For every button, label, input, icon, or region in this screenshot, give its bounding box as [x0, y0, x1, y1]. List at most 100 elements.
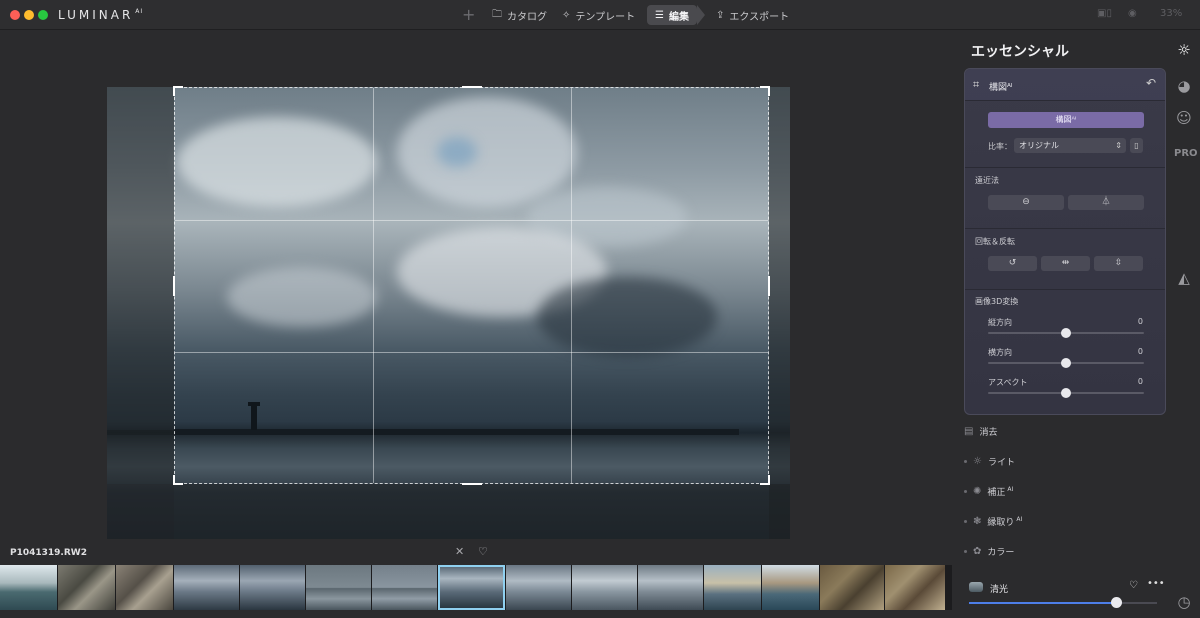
- preset-amount-fill: [969, 602, 1116, 604]
- heart-icon[interactable]: ♡: [478, 545, 488, 558]
- slider-knob[interactable]: [1061, 358, 1071, 368]
- crop-handle-left[interactable]: [173, 276, 175, 296]
- crop-mask-bottom-left: [107, 484, 174, 539]
- folder-icon: 🗀: [492, 8, 502, 20]
- vertical-slider-label: 縦方向: [988, 318, 1012, 327]
- sparkle-icon: ✧: [562, 9, 571, 21]
- adjustments-panel: エッセンシャル ⌗ 構図ᴬᴵ ↶ 構図ᴬᴵ 比率： オリジナル ⇕ ▯ 遠近法 …: [952, 31, 1167, 618]
- tool-light[interactable]: ☼ ライト: [964, 454, 1015, 468]
- enhance-icon: ✺: [973, 485, 982, 497]
- preset-amount-slider[interactable]: [969, 597, 1157, 608]
- filmstrip-thumb[interactable]: [638, 565, 703, 610]
- color-icon: ✿: [973, 545, 982, 557]
- vertical-perspective-button[interactable]: ⏃: [1068, 195, 1144, 210]
- tool-light-label: ライト: [987, 457, 1015, 468]
- more-icon[interactable]: •••: [1147, 578, 1165, 589]
- rotate-flip-label: 回転＆反転: [975, 237, 1015, 246]
- flip-horizontal-button[interactable]: ⇹: [1041, 256, 1090, 271]
- grid-line-h1: [175, 220, 768, 221]
- crop-tool-card: ⌗ 構図ᴬᴵ ↶ 構図ᴬᴵ 比率： オリジナル ⇕ ▯ 遠近法 ⊖ ⏃ 回転＆反…: [964, 68, 1166, 415]
- tab-templates[interactable]: ✧ テンプレート: [554, 5, 643, 25]
- filmstrip-thumb-selected[interactable]: [438, 565, 505, 610]
- tool-enhance-label: 補正 AI: [987, 485, 1014, 498]
- crop-frame[interactable]: [173, 86, 770, 485]
- filmstrip-thumb[interactable]: [762, 565, 819, 610]
- crop-handle-top-left[interactable]: [173, 86, 183, 96]
- image-canvas[interactable]: [0, 31, 952, 546]
- filmstrip-thumb[interactable]: [372, 565, 437, 610]
- ai-crop-button[interactable]: 構図ᴬᴵ: [988, 112, 1144, 128]
- filmstrip-thumb[interactable]: [820, 565, 884, 610]
- palette-icon[interactable]: ◕: [1173, 75, 1195, 97]
- slider-knob[interactable]: [1061, 388, 1071, 398]
- crop-mask-left: [107, 87, 174, 539]
- filmstrip-thumb[interactable]: [174, 565, 239, 610]
- ratio-select-value: オリジナル: [1019, 141, 1059, 150]
- zoom-window-button[interactable]: [38, 10, 48, 20]
- tab-edit[interactable]: ☰ 編集: [647, 5, 697, 25]
- filmstrip-thumb[interactable]: [58, 565, 115, 610]
- crop-handle-top-right[interactable]: [760, 86, 770, 96]
- rotate-button[interactable]: ↺: [988, 256, 1037, 271]
- crop-icon: ⌗: [973, 78, 980, 91]
- grid-line-v1: [373, 88, 374, 483]
- crop-tool-header[interactable]: ⌗ 構図ᴬᴵ ↶: [965, 69, 1165, 101]
- undo-icon[interactable]: ↶: [1146, 76, 1156, 90]
- vertical-slider[interactable]: [988, 328, 1144, 338]
- orientation-toggle-button[interactable]: ▯: [1130, 138, 1143, 153]
- compare-icon[interactable]: ▣▯: [1097, 8, 1112, 19]
- filmstrip-thumb[interactable]: [116, 565, 173, 610]
- tool-erase[interactable]: ▤ 消去: [964, 424, 997, 438]
- filmstrip-thumb[interactable]: [704, 565, 761, 610]
- filmstrip-thumb[interactable]: [572, 565, 637, 610]
- flip-vertical-button[interactable]: ⇳: [1094, 256, 1143, 271]
- close-window-button[interactable]: [10, 10, 20, 20]
- sun-icon[interactable]: ☼: [1173, 39, 1195, 61]
- minimize-window-button[interactable]: [24, 10, 34, 20]
- aspect-slider-label: アスペクト: [988, 378, 1028, 387]
- crop-handle-bottom-left[interactable]: [173, 475, 183, 485]
- horizontal-slider[interactable]: [988, 358, 1144, 368]
- filmstrip-thumb[interactable]: [506, 565, 571, 610]
- title-bar: LUMINAR AI + 🗀 カタログ ✧ テンプレート ☰ 編集 ⇪ エクスポー…: [0, 0, 1200, 30]
- smile-icon[interactable]: ☺: [1173, 107, 1195, 129]
- zoom-level[interactable]: 33%: [1160, 8, 1182, 19]
- structure-icon: ❃: [973, 515, 982, 527]
- horizontal-slider-value: 0: [1137, 347, 1143, 356]
- horizontal-perspective-button[interactable]: ⊖: [988, 195, 1064, 210]
- filmstrip-thumb[interactable]: [240, 565, 305, 610]
- perspective-label: 遠近法: [975, 176, 999, 185]
- filmstrip-thumb[interactable]: [885, 565, 945, 610]
- crop-handle-right[interactable]: [768, 276, 770, 296]
- ratio-label: 比率：: [988, 142, 1012, 151]
- vertical-slider-value: 0: [1137, 317, 1143, 326]
- tab-catalog[interactable]: 🗀 カタログ: [484, 5, 555, 25]
- history-icon[interactable]: ◷: [1173, 591, 1195, 613]
- add-photos-button[interactable]: +: [462, 5, 475, 24]
- grid-line-h2: [175, 352, 768, 353]
- eye-icon[interactable]: ◉: [1128, 8, 1137, 19]
- tool-structure[interactable]: ❃ 縁取り AI: [964, 514, 1022, 528]
- tool-enhance[interactable]: ✺ 補正 AI: [964, 484, 1013, 498]
- tool-erase-label: 消去: [979, 427, 998, 438]
- heart-icon[interactable]: ♡: [1129, 580, 1138, 591]
- crop-mask-right: [769, 87, 790, 539]
- ratio-select[interactable]: オリジナル ⇕: [1014, 138, 1126, 153]
- filmstrip-thumb[interactable]: [306, 565, 371, 610]
- slider-knob[interactable]: [1061, 328, 1071, 338]
- tool-category-rail: ☼ ◕ ☺ PRO ◭ ◷: [1167, 31, 1200, 618]
- crop-handle-bottom[interactable]: [462, 483, 482, 485]
- preset-bar: 清光 ♡ •••: [952, 572, 1167, 618]
- pro-tools-tab[interactable]: PRO: [1174, 148, 1198, 159]
- canvas-icon[interactable]: ◭: [1173, 267, 1195, 289]
- filmstrip-thumb[interactable]: [0, 565, 57, 610]
- reject-icon[interactable]: ✕: [455, 545, 464, 558]
- crop-handle-top[interactable]: [462, 86, 482, 88]
- crop-handle-bottom-right[interactable]: [760, 475, 770, 485]
- tab-export[interactable]: ⇪ エクスポート: [708, 5, 797, 25]
- preset-amount-knob[interactable]: [1110, 597, 1122, 608]
- aspect-slider[interactable]: [988, 388, 1144, 398]
- bullet: [964, 459, 967, 463]
- tool-color[interactable]: ✿ カラー: [964, 544, 1014, 558]
- preset-thumbnail[interactable]: [969, 582, 983, 592]
